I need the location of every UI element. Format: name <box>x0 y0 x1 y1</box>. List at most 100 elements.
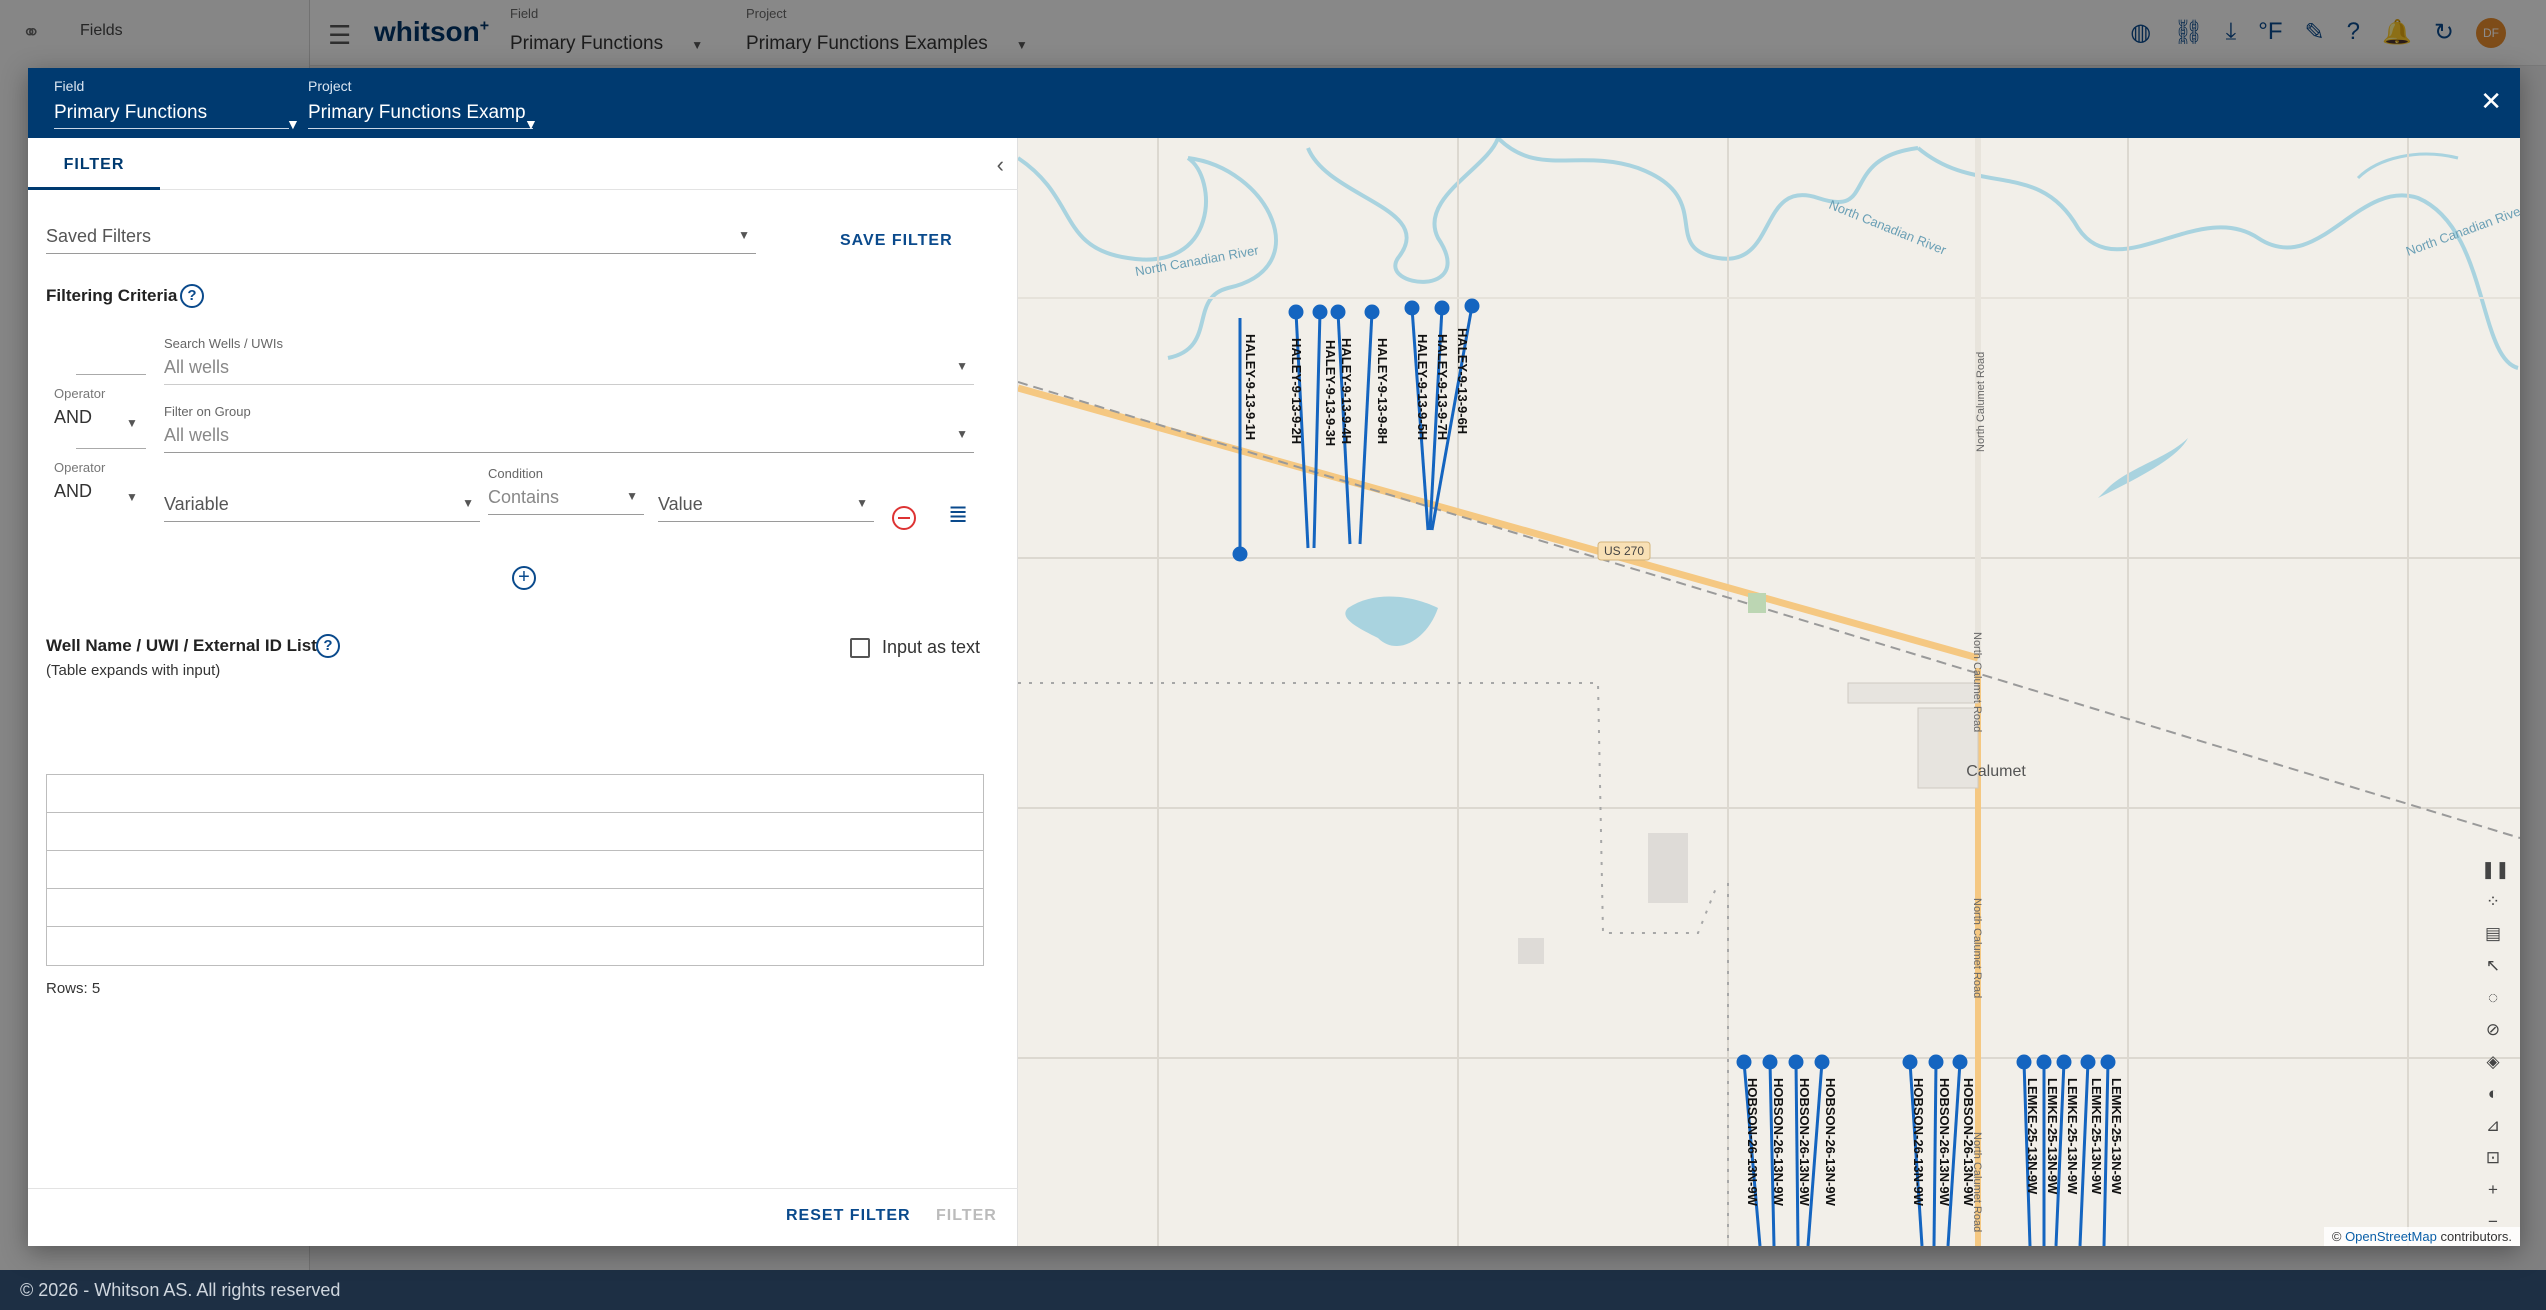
fit-bounds-icon[interactable]: ⊡ <box>2481 1146 2505 1170</box>
river-label: North Canadian River <box>2404 202 2520 259</box>
input-as-text-checkbox[interactable] <box>850 638 870 658</box>
road-label: North Calumet Road <box>1975 352 1987 452</box>
well-label: HALEY-9-13-9-2H <box>1289 338 1304 444</box>
condition-select[interactable]: Condition Contains ▼ <box>488 466 644 515</box>
cluster-icon[interactable]: ⁘ <box>2481 890 2505 914</box>
operator-label: Operator <box>54 386 106 401</box>
chevron-down-icon: ▼ <box>462 496 474 510</box>
group-value: All wells <box>164 425 230 445</box>
remove-criteria-icon[interactable] <box>892 506 916 530</box>
eye-off-icon[interactable]: ⊘ <box>2481 1018 2505 1042</box>
dialog-project-select[interactable]: Project Primary Functions Examp ▼ <box>308 78 538 132</box>
project-value: Primary Functions Examp <box>308 102 526 123</box>
well-label: LEMKE-25-13N-9W <box>2109 1078 2124 1195</box>
well-label: HOBSON-26-13N-9W <box>1823 1078 1838 1207</box>
chevron-down-icon: ▼ <box>956 359 968 373</box>
well-label: HALEY-9-13-9-3H <box>1323 340 1338 446</box>
table-row[interactable] <box>47 889 983 927</box>
filter-dialog: Field Primary Functions ▼ Project Primar… <box>28 68 2520 1246</box>
panel-actions: RESET FILTER FILTER <box>28 1188 1018 1246</box>
value-placeholder: Value <box>658 494 703 514</box>
road-label: North Calumet Road <box>1971 632 1983 732</box>
chevron-down-icon: ▼ <box>856 496 868 510</box>
well-label: LEMKE-25-13N-9W <box>2065 1078 2080 1195</box>
dialog-field-select[interactable]: Field Primary Functions ▼ <box>54 78 300 132</box>
field-label: Field <box>54 78 85 94</box>
saved-filters-select[interactable]: Saved Filters ▼ <box>46 220 756 254</box>
river-label: North Canadian River <box>1827 197 1949 258</box>
operator-select-1[interactable]: Operator AND ▼ <box>54 374 146 430</box>
operator-select-2[interactable]: Operator AND ▼ <box>54 448 146 504</box>
list-icon[interactable]: ≣ <box>948 500 968 529</box>
well-label: HALEY-9-13-9-4H <box>1339 338 1354 444</box>
table-row[interactable] <box>47 927 983 965</box>
chevron-down-icon: ▼ <box>126 416 138 430</box>
table-row[interactable] <box>47 851 983 889</box>
well-list-subtitle: (Table expands with input) <box>46 662 221 679</box>
lasso-icon[interactable]: ◌ <box>2481 986 2505 1010</box>
table-row[interactable] <box>47 775 983 813</box>
variable-select[interactable]: Variable ▼ <box>164 488 480 522</box>
chevron-down-icon: ▼ <box>126 490 138 504</box>
close-icon[interactable]: ✕ <box>2480 86 2502 117</box>
well-label: LEMKE-25-13N-9W <box>2089 1078 2104 1195</box>
map-attribution: © OpenStreetMap contributors. <box>2323 1227 2520 1246</box>
well-label: HOBSON-26-13N-9W <box>1937 1078 1952 1207</box>
search-wells-select[interactable]: Search Wells / UWIs All wells ▼ <box>164 336 974 385</box>
filter-panel: FILTER ‹ Saved Filters ▼ SAVE FILTER Fil… <box>28 138 1018 1246</box>
ruler-icon[interactable]: ⊿ <box>2481 1114 2505 1138</box>
map-canvas[interactable]: North Canadian River North Canadian Rive… <box>1018 138 2520 1246</box>
operator-label: Operator <box>54 460 106 475</box>
layers-icon[interactable]: ◈ <box>2481 1050 2505 1074</box>
chevron-down-icon: ▼ <box>524 116 538 132</box>
zoom-in-icon[interactable]: + <box>2481 1178 2505 1202</box>
well-label: HALEY-9-13-9-8H <box>1375 338 1390 444</box>
add-criteria-icon[interactable]: + <box>512 566 536 590</box>
rows-count: Rows: 5 <box>46 980 101 997</box>
well-list-table[interactable] <box>46 774 984 966</box>
well-label: HOBSON-26-13N-9W <box>1771 1078 1786 1207</box>
project-label: Project <box>308 78 352 94</box>
tab-bar: FILTER ‹ <box>28 138 1018 190</box>
highway-label: US 270 <box>1604 544 1644 558</box>
collapse-panel-icon[interactable]: ‹ <box>997 152 1004 178</box>
pause-icon[interactable]: ❚❚ <box>2481 858 2510 882</box>
road-label: North Calumet Road <box>1971 898 1983 998</box>
group-filter-select[interactable]: Filter on Group All wells ▼ <box>164 404 974 453</box>
well-label: HALEY-9-13-9-6H <box>1455 328 1470 434</box>
footer: © 2026 - Whitson AS. All rights reserved <box>0 1270 2546 1310</box>
well-label: HALEY-9-13-9-5H <box>1415 334 1430 440</box>
table-row[interactable] <box>47 813 983 851</box>
saved-filters-placeholder: Saved Filters <box>46 226 152 246</box>
value-select[interactable]: Value ▼ <box>658 488 874 522</box>
well-list-heading: Well Name / UWI / External ID List <box>46 636 317 655</box>
field-value: Primary Functions <box>54 102 208 123</box>
well-label: LEMKE-25-13N-9W <box>2025 1078 2040 1195</box>
openstreetmap-link[interactable]: OpenStreetMap <box>2345 1229 2437 1244</box>
save-filter-button[interactable]: SAVE FILTER <box>840 232 953 250</box>
reset-filter-button[interactable]: RESET FILTER <box>786 1207 911 1225</box>
well-label: HOBSON-26-13N-9W <box>1961 1078 1976 1207</box>
filtering-criteria-heading: Filtering Criteria <box>46 286 178 305</box>
search-wells-value: All wells <box>164 357 230 377</box>
condition-label: Condition <box>488 466 543 481</box>
well-label: HALEY-9-13-9-7H <box>1435 334 1450 440</box>
help-icon[interactable]: ? <box>316 634 340 658</box>
cursor-icon[interactable]: ↖ <box>2481 954 2505 978</box>
tab-filter[interactable]: FILTER <box>28 138 160 190</box>
chevron-down-icon: ▼ <box>956 427 968 441</box>
filter-button[interactable]: FILTER <box>936 1207 997 1225</box>
document-icon[interactable]: ▤ <box>2481 922 2505 946</box>
map-view[interactable]: North Canadian River North Canadian Rive… <box>1018 138 2520 1246</box>
well-label: HALEY-9-13-9-1H <box>1243 334 1258 440</box>
well-label: LEMKE-25-13N-9W <box>2045 1078 2060 1195</box>
chevron-down-icon: ▼ <box>286 116 300 132</box>
well-label: HOBSON-26-13N-9W <box>1745 1078 1760 1207</box>
input-as-text-label: Input as text <box>882 637 981 657</box>
group-label: Filter on Group <box>164 404 251 419</box>
palette-icon[interactable]: ◐ <box>2481 1082 2505 1106</box>
help-icon[interactable]: ? <box>180 284 204 308</box>
well-label: HOBSON-26-13N-9W <box>1911 1078 1926 1207</box>
well-label: HOBSON-26-13N-9W <box>1797 1078 1812 1207</box>
river-label: North Canadian River <box>1134 242 1260 279</box>
